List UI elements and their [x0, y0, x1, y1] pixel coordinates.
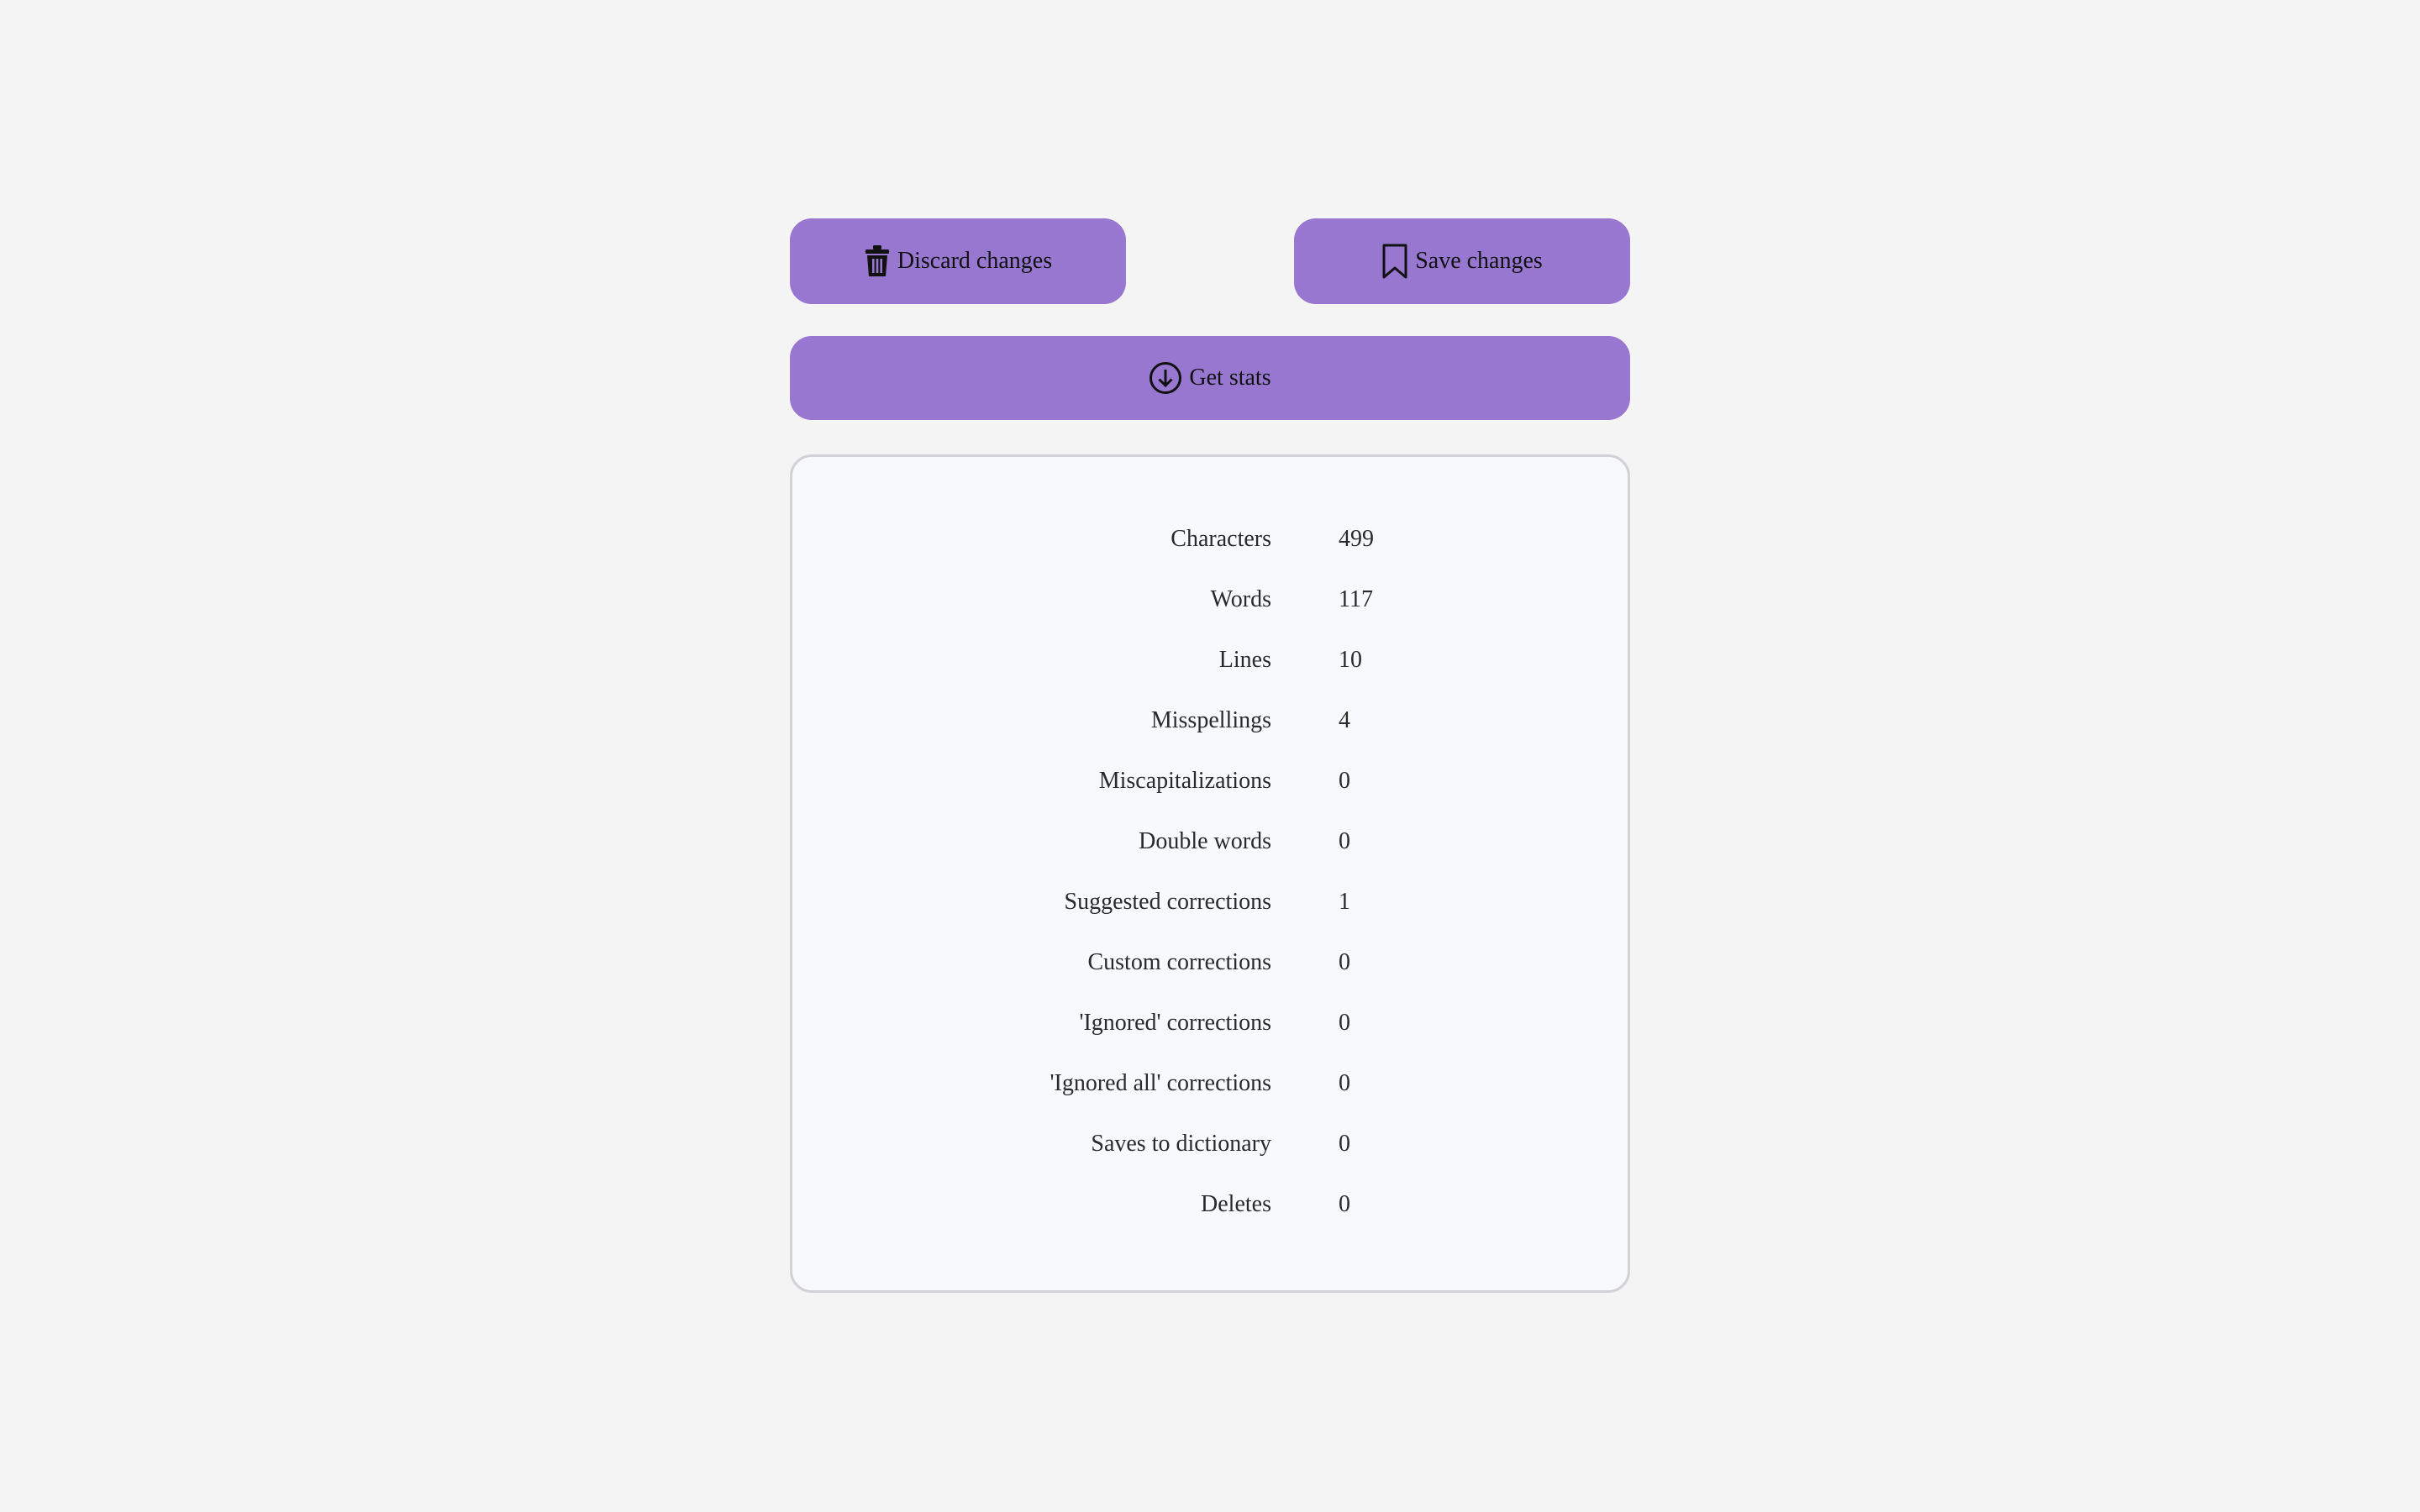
stat-row-words: Words 117: [792, 586, 1628, 647]
stat-label: Saves to dictionary: [1091, 1131, 1271, 1157]
stat-row-lines: Lines 10: [792, 647, 1628, 707]
stat-value: 0: [1339, 1131, 1350, 1157]
stat-row-custom-corrections: Custom corrections 0: [792, 949, 1628, 1010]
stats-list: Characters 499 Words 117 Lines 10 Misspe…: [792, 526, 1628, 1252]
stat-value: 1: [1339, 889, 1350, 915]
discard-changes-label: Discard changes: [897, 248, 1053, 274]
trash-icon: [864, 244, 891, 278]
stat-label: Words: [1210, 586, 1271, 612]
stat-label: 'Ignored all' corrections: [1050, 1070, 1271, 1096]
stat-label: Lines: [1218, 647, 1271, 673]
stat-value: 0: [1339, 949, 1350, 975]
stat-label: Custom corrections: [1087, 949, 1271, 975]
stat-value: 0: [1339, 1191, 1350, 1217]
bookmark-icon: [1381, 243, 1408, 280]
stat-row-misspellings: Misspellings 4: [792, 707, 1628, 768]
get-stats-label: Get stats: [1189, 365, 1271, 391]
download-circle-icon: [1149, 361, 1182, 395]
stat-label: Suggested corrections: [1064, 889, 1272, 915]
stat-value: 0: [1339, 768, 1350, 794]
stat-label: Deletes: [1201, 1191, 1271, 1217]
stat-value: 10: [1339, 647, 1362, 673]
stat-row-ignored-all-corrections: 'Ignored all' corrections 0: [792, 1070, 1628, 1131]
stat-value: 4: [1339, 707, 1350, 733]
stat-label: Double words: [1139, 828, 1271, 854]
stat-row-suggested-corrections: Suggested corrections 1: [792, 889, 1628, 949]
stat-row-characters: Characters 499: [792, 526, 1628, 586]
save-changes-label: Save changes: [1415, 248, 1543, 274]
save-changes-button[interactable]: Save changes: [1294, 218, 1630, 304]
stat-label: 'Ignored' corrections: [1079, 1010, 1271, 1036]
discard-changes-button[interactable]: Discard changes: [790, 218, 1126, 304]
stat-label: Characters: [1171, 526, 1271, 552]
stat-value: 0: [1339, 1070, 1350, 1096]
stat-value: 0: [1339, 1010, 1350, 1036]
stat-row-double-words: Double words 0: [792, 828, 1628, 889]
stat-label: Miscapitalizations: [1098, 768, 1271, 794]
stat-row-deletes: Deletes 0: [792, 1191, 1628, 1252]
stat-row-miscapitalizations: Miscapitalizations 0: [792, 768, 1628, 828]
stat-value: 499: [1339, 526, 1374, 552]
stat-value: 0: [1339, 828, 1350, 854]
stat-value: 117: [1339, 586, 1373, 612]
get-stats-button[interactable]: Get stats: [790, 336, 1630, 420]
stats-panel: Characters 499 Words 117 Lines 10 Misspe…: [790, 454, 1630, 1293]
stat-row-saves-to-dictionary: Saves to dictionary 0: [792, 1131, 1628, 1191]
stat-label: Misspellings: [1150, 707, 1271, 733]
stat-row-ignored-corrections: 'Ignored' corrections 0: [792, 1010, 1628, 1070]
